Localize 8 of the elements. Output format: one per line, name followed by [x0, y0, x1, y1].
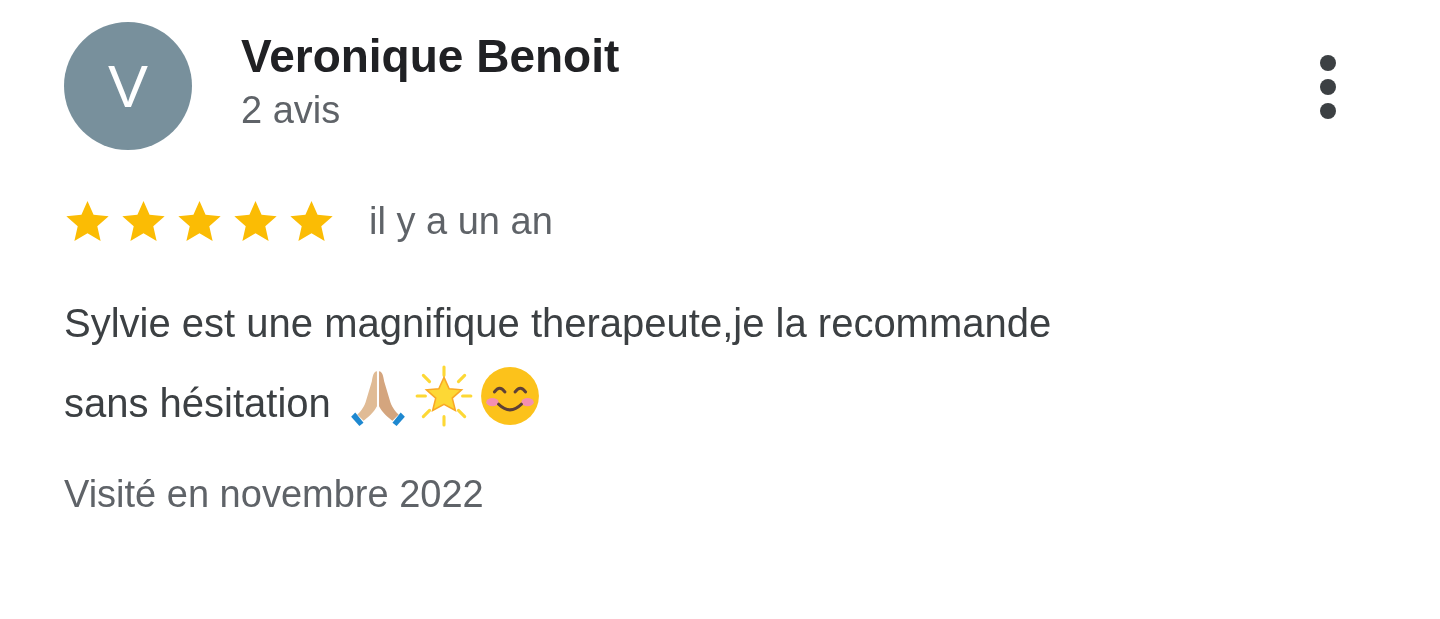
avatar: V — [64, 22, 192, 150]
review-date: il y a un an — [369, 200, 553, 243]
review-text: Sylvie est une magnifique therapeute,je la recommande sans hésitation — [64, 300, 1053, 429]
author-name[interactable]: Veronique Benoit — [241, 28, 1318, 84]
more-menu-button[interactable] — [1318, 54, 1338, 120]
smiling-face-icon — [478, 365, 541, 427]
review-count: 2 avis — [241, 88, 342, 133]
visit-date: Visité en novembre 2022 — [64, 473, 485, 516]
